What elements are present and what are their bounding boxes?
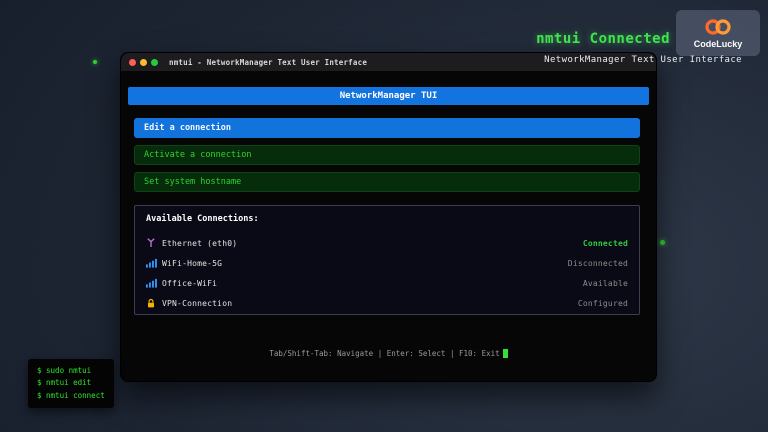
connection-name: Office-WiFi xyxy=(162,279,583,288)
hint-text: Tab/Shift-Tab: Navigate | Enter: Select … xyxy=(269,349,499,358)
close-button[interactable] xyxy=(129,59,136,66)
connection-row[interactable]: WiFi-Home-5G Disconnected xyxy=(146,253,628,273)
hero-subtitle: NetworkManager Text User Interface xyxy=(544,55,742,65)
main-menu: Edit a connection Activate a connection … xyxy=(134,118,640,192)
terminal-window: nmtui - NetworkManager Text User Interfa… xyxy=(120,52,657,382)
panel-title: Available Connections: xyxy=(146,214,628,224)
command-line: $ sudo nmtui xyxy=(37,365,105,377)
menu-item-set-hostname[interactable]: Set system hostname xyxy=(134,172,640,192)
tui-header-bar: NetworkManager TUI xyxy=(128,87,649,105)
terminal-cursor xyxy=(503,349,508,358)
connection-row[interactable]: Ethernet (eth0) Connected xyxy=(146,233,628,253)
infinity-logo-icon xyxy=(701,17,735,37)
connection-status: Connected xyxy=(583,239,628,248)
terminal-body: NetworkManager TUI Edit a connection Act… xyxy=(121,71,656,380)
brand-name: CodeLucky xyxy=(694,39,743,49)
brand-badge: CodeLucky xyxy=(676,10,760,56)
ethernet-icon xyxy=(146,238,162,248)
menu-item-activate-connection[interactable]: Activate a connection xyxy=(134,145,640,165)
maximize-button[interactable] xyxy=(151,59,158,66)
particle-dot xyxy=(93,60,97,64)
available-connections-panel: Available Connections: Ethernet (eth0) C… xyxy=(134,205,640,315)
connection-status: Available xyxy=(583,279,628,288)
connection-name: VPN-Connection xyxy=(162,299,578,308)
lock-icon xyxy=(146,298,162,308)
command-list: $ sudo nmtui $ nmtui edit $ nmtui connec… xyxy=(28,359,114,408)
wifi-icon xyxy=(146,258,162,268)
connection-name: WiFi-Home-5G xyxy=(162,259,568,268)
connection-name: Ethernet (eth0) xyxy=(162,239,583,248)
hero-title: nmtui Connected xyxy=(536,31,670,47)
window-title: nmtui - NetworkManager Text User Interfa… xyxy=(169,58,367,67)
menu-item-edit-connection[interactable]: Edit a connection xyxy=(134,118,640,138)
connection-row[interactable]: VPN-Connection Configured xyxy=(146,293,628,313)
keybinding-hint: Tab/Shift-Tab: Navigate | Enter: Select … xyxy=(121,349,656,359)
connection-row[interactable]: Office-WiFi Available xyxy=(146,273,628,293)
minimize-button[interactable] xyxy=(140,59,147,66)
connection-status: Configured xyxy=(578,299,628,308)
command-line: $ nmtui connect xyxy=(37,390,105,402)
wifi-icon xyxy=(146,278,162,288)
particle-dot xyxy=(660,240,665,245)
background: nmtui Connected NetworkManager Text User… xyxy=(0,0,768,432)
command-line: $ nmtui edit xyxy=(37,377,105,389)
connection-status: Disconnected xyxy=(568,259,628,268)
